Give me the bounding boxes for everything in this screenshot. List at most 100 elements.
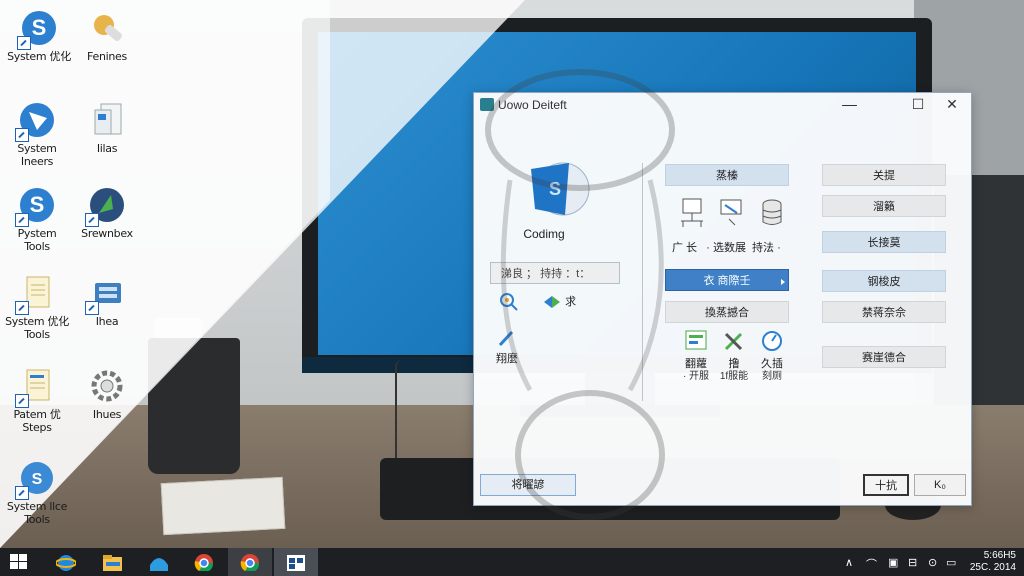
left-item-label: 求 xyxy=(565,296,577,308)
taskbar-app-window[interactable] xyxy=(274,548,318,576)
report-icon xyxy=(685,330,707,350)
desktop-icon-label: Ihues xyxy=(92,408,122,421)
right-button-4[interactable]: 钢梭皮 xyxy=(822,270,946,292)
close-button[interactable]: ✕ xyxy=(935,93,969,115)
wifi-icon[interactable]: ⌒ xyxy=(866,556,877,572)
ok-button[interactable]: 十抗 xyxy=(863,474,909,496)
desktop-icon-label: Fenines xyxy=(87,50,127,63)
tool-item-3[interactable]: 久插 刻厕 xyxy=(750,329,794,383)
system-optimizer-icon: S xyxy=(17,8,59,50)
magnifier-tool[interactable] xyxy=(498,291,520,314)
monitor-tools-icon xyxy=(720,199,742,226)
svg-text:S: S xyxy=(32,15,47,40)
desktop-icon-system-inners[interactable]: System Ineers xyxy=(0,100,74,168)
windows-logo-icon xyxy=(10,554,27,569)
shortcut-arrow-icon xyxy=(15,128,29,142)
right-button-5[interactable]: 禁蒋奈佘 xyxy=(822,301,946,323)
shortcut-arrow-icon xyxy=(85,301,99,315)
battery-icon[interactable]: ▣ xyxy=(888,556,898,569)
network-icon xyxy=(85,273,127,315)
left-item-label: 翔麼 xyxy=(496,353,518,365)
taskbar-chrome[interactable] xyxy=(182,548,226,576)
window-titlebar[interactable]: Uowo Deiteft — ☐ ✕ xyxy=(474,93,971,117)
search-field[interactable]: 涕良 ； 持持 ：t： xyxy=(490,262,620,284)
tray-overflow-icon[interactable]: ∧ xyxy=(845,556,853,569)
left-item-edit[interactable]: 翔麼 xyxy=(496,329,518,366)
settings-gear-icon xyxy=(87,366,127,406)
desktop-icon-label: Iilas xyxy=(96,142,118,155)
desktop-icon-label: Pystem Tools xyxy=(17,227,57,253)
taskbar-ie[interactable] xyxy=(44,548,88,576)
taskbar-chrome-2[interactable] xyxy=(228,548,272,576)
left-item-sync[interactable]: 求 xyxy=(542,293,576,311)
desktop-icon-label: Ihea xyxy=(95,315,119,328)
svg-text:S: S xyxy=(30,192,45,217)
tool-item-sub: 刻厕 xyxy=(762,371,782,382)
shortcut-arrow-icon xyxy=(15,301,29,315)
document-icon xyxy=(15,273,57,315)
app-name: Codimg xyxy=(523,227,565,241)
store-icon xyxy=(150,558,168,571)
svg-text:S: S xyxy=(32,471,43,488)
fonts-folder-icon xyxy=(87,8,127,48)
system-tools-3-icon: S xyxy=(15,458,57,500)
notifications-icon[interactable]: ▭ xyxy=(946,556,956,569)
right-button-3[interactable]: 长接莫 xyxy=(822,231,946,253)
desktop-icon-label: System llce Tools xyxy=(6,500,68,526)
database-icon xyxy=(762,199,782,225)
desktop-icon-system-steps[interactable]: Patem 优 Steps xyxy=(0,366,74,434)
volume-icon[interactable]: ⊙ xyxy=(928,556,937,569)
taskbar-file-explorer[interactable] xyxy=(90,548,134,576)
desktop-icon-fonts[interactable]: Fenines xyxy=(70,8,144,63)
notepad-icon xyxy=(15,366,57,408)
network-tool[interactable] xyxy=(710,197,754,234)
app-window: Uowo Deiteft — ☐ ✕ — S Codimg 涕良 ； 持持 ：t… xyxy=(473,92,972,506)
desktop-icon-files[interactable]: Iilas xyxy=(70,100,144,155)
taskbar-store[interactable] xyxy=(136,548,180,576)
system-clock[interactable]: 5:66H5 25C. 2014 xyxy=(970,550,1016,574)
maximize-button[interactable]: ☐ xyxy=(901,93,935,115)
shortcut-arrow-icon xyxy=(15,394,29,408)
right-button-1[interactable]: 关提 xyxy=(822,164,946,186)
computer-tool[interactable] xyxy=(670,197,714,234)
gauge-icon xyxy=(762,331,782,351)
shortcut-arrow-icon xyxy=(17,36,31,50)
cancel-button[interactable]: K₀ xyxy=(914,474,966,496)
tool-row-caption: 广 长 · 选数展 持法 · xyxy=(672,242,781,254)
magnifier-icon xyxy=(500,293,518,311)
start-button[interactable] xyxy=(0,548,44,576)
desktop-icon-network[interactable]: Ihea xyxy=(70,273,144,328)
right-button-2[interactable]: 溜籟 xyxy=(822,195,946,217)
column-divider xyxy=(642,163,643,401)
minimize-glyph-icon: — xyxy=(842,96,856,112)
desktop-icon-settings[interactable]: Ihues xyxy=(70,366,144,421)
clock-time: 5:66H5 xyxy=(983,550,1016,561)
app-logo-icon: S xyxy=(525,159,593,219)
desktop-icon-system-tools[interactable]: S Pystem Tools xyxy=(0,185,74,253)
desktop-icon-system-tools-3[interactable]: S System llce Tools xyxy=(0,458,74,526)
shortcut-arrow-icon xyxy=(15,486,29,500)
desktop-icon-system-optimizer[interactable]: S System 优化 xyxy=(2,8,76,63)
chrome-icon xyxy=(240,554,260,571)
bottom-left-button[interactable]: 将曜諺 xyxy=(480,474,576,496)
section-header-button[interactable]: 蒸榛 xyxy=(665,164,789,186)
internet-explorer-icon xyxy=(56,555,76,571)
cable xyxy=(395,360,409,470)
database-tool[interactable] xyxy=(750,197,794,234)
svg-text:S: S xyxy=(549,179,561,199)
app-window-icon xyxy=(287,555,305,571)
selected-option-button[interactable]: 衣 商際壬 xyxy=(665,269,789,291)
folder-icon xyxy=(103,555,122,571)
shortcut-arrow-icon xyxy=(15,213,29,227)
display-icon[interactable]: ⊟ xyxy=(908,556,917,569)
tool-item-label: 久插 xyxy=(761,358,783,370)
tools-icon xyxy=(724,332,743,351)
right-button-6[interactable]: 赛崖德合 xyxy=(822,346,946,368)
desktop-icon-browser[interactable]: Srewnbex xyxy=(70,185,144,240)
desktop-icon-system-tools-2[interactable]: System 优化 Tools xyxy=(0,273,74,341)
section-header-button-2[interactable]: 換蒸撼合 xyxy=(665,301,789,323)
sync-arrows-icon xyxy=(544,296,560,309)
taskbar: ∧ ⌒ ▣ ⊟ ⊙ ▭ 5:66H5 25C. 2014 xyxy=(0,548,1024,576)
desktop-icon-label: System Ineers xyxy=(17,142,57,168)
desktop-icon-label: Patem 优 Steps xyxy=(13,408,61,434)
